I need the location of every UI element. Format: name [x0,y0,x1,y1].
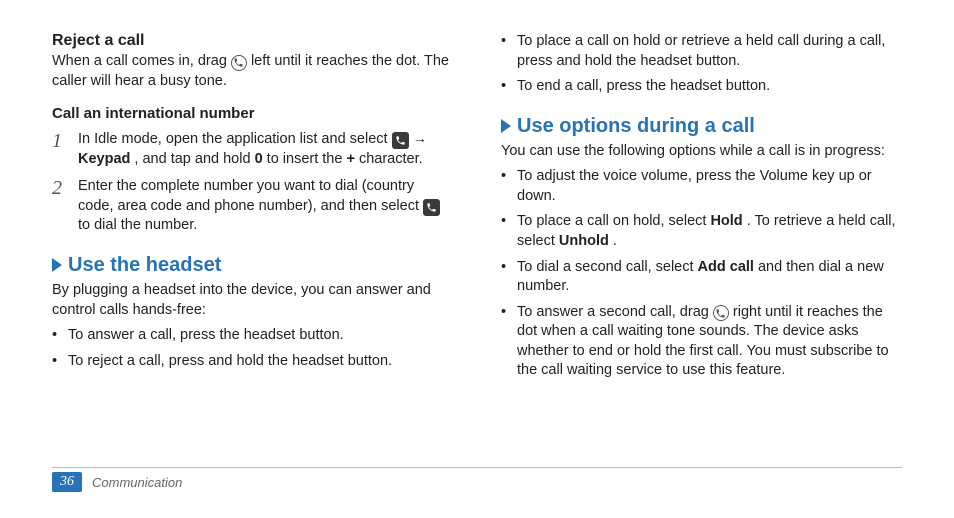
step-text: Enter the complete number you want to di… [78,177,453,236]
text-bold: Add call [698,259,754,275]
text: When a call comes in, drag [52,53,231,69]
text: character. [359,151,423,167]
text: To answer a second call, drag [517,304,713,320]
page-number: 36 [52,472,82,492]
options-bullets: •To adjust the voice volume, press the V… [501,167,902,381]
list-item: •To adjust the voice volume, press the V… [501,167,902,206]
text: Enter the complete number you want to di… [78,178,423,214]
text: To place a call on hold, select Hold . T… [517,212,902,251]
bullet-icon: • [52,326,60,346]
text: , and tap and hold [134,151,254,167]
text: To dial a second call, select Add call a… [517,258,902,297]
page-columns: Reject a call When a call comes in, drag… [52,32,902,387]
text-bold: Unhold [559,233,609,249]
page-footer: 36 Communication [52,472,182,492]
step-number: 2 [52,177,68,236]
chevron-right-icon [501,119,511,133]
bullet-icon: • [501,167,509,206]
para-reject-call: When a call comes in, drag left until it… [52,52,453,91]
text-bold: Hold [710,213,742,229]
text: To adjust the voice volume, press the Vo… [517,167,902,206]
bullet-icon: • [501,258,509,297]
step-text: In Idle mode, open the application list … [78,130,453,169]
heading-text: Use options during a call [517,115,755,138]
text: To place a call on hold or retrieve a he… [517,32,902,71]
list-item: • To answer a call, press the headset but… [52,326,453,346]
text: In Idle mode, open the application list … [78,131,392,147]
text: To place a call on hold, select [517,213,710,229]
heading-intl-number: Call an international number [52,105,453,122]
heading-use-headset: Use the headset [52,254,453,277]
phone-app-icon [392,132,409,149]
text: to insert the [267,151,347,167]
bullet-icon: • [501,32,509,71]
list-item: • To end a call, press the headset button… [501,77,902,97]
para-options: You can use the following options while … [501,142,902,162]
phone-circle-icon [713,305,729,321]
bullet-icon: • [52,352,60,372]
text: To reject a call, press and hold the hea… [68,352,392,372]
headset-bullets: • To answer a call, press the headset but… [52,326,453,371]
step-1: 1 In Idle mode, open the application lis… [52,130,453,169]
text: → [413,131,428,147]
para-headset: By plugging a headset into the device, y… [52,281,453,320]
text: to dial the number. [78,217,197,233]
intl-steps: 1 In Idle mode, open the application lis… [52,130,453,236]
text: To dial a second call, select [517,259,698,275]
step-number: 1 [52,130,68,169]
left-column: Reject a call When a call comes in, drag… [52,32,453,387]
step-2: 2 Enter the complete number you want to … [52,177,453,236]
text: To answer a call, press the headset butt… [68,326,344,346]
top-bullets: •To place a call on hold or retrieve a h… [501,32,902,97]
heading-reject-call: Reject a call [52,32,453,50]
list-item: • To answer a second call, drag right un… [501,303,902,381]
chevron-right-icon [52,258,62,272]
bullet-icon: • [501,77,509,97]
list-item: • To dial a second call, select Add call… [501,258,902,297]
footer-section-label: Communication [92,475,182,490]
list-item: • To reject a call, press and hold the he… [52,352,453,372]
phone-dial-icon [423,199,440,216]
text-bold: + [346,151,354,167]
text-bold: 0 [255,151,263,167]
text: To end a call, press the headset button. [517,77,770,97]
text: To answer a second call, drag right unti… [517,303,902,381]
right-column: •To place a call on hold or retrieve a h… [501,32,902,387]
list-item: • To place a call on hold, select Hold .… [501,212,902,251]
text: . [613,233,617,249]
bullet-icon: • [501,212,509,251]
heading-text: Use the headset [68,254,221,277]
list-item: •To place a call on hold or retrieve a h… [501,32,902,71]
phone-circle-icon [231,55,247,71]
heading-use-options: Use options during a call [501,115,902,138]
bullet-icon: • [501,303,509,381]
text-bold: Keypad [78,151,130,167]
footer-divider [52,467,902,468]
